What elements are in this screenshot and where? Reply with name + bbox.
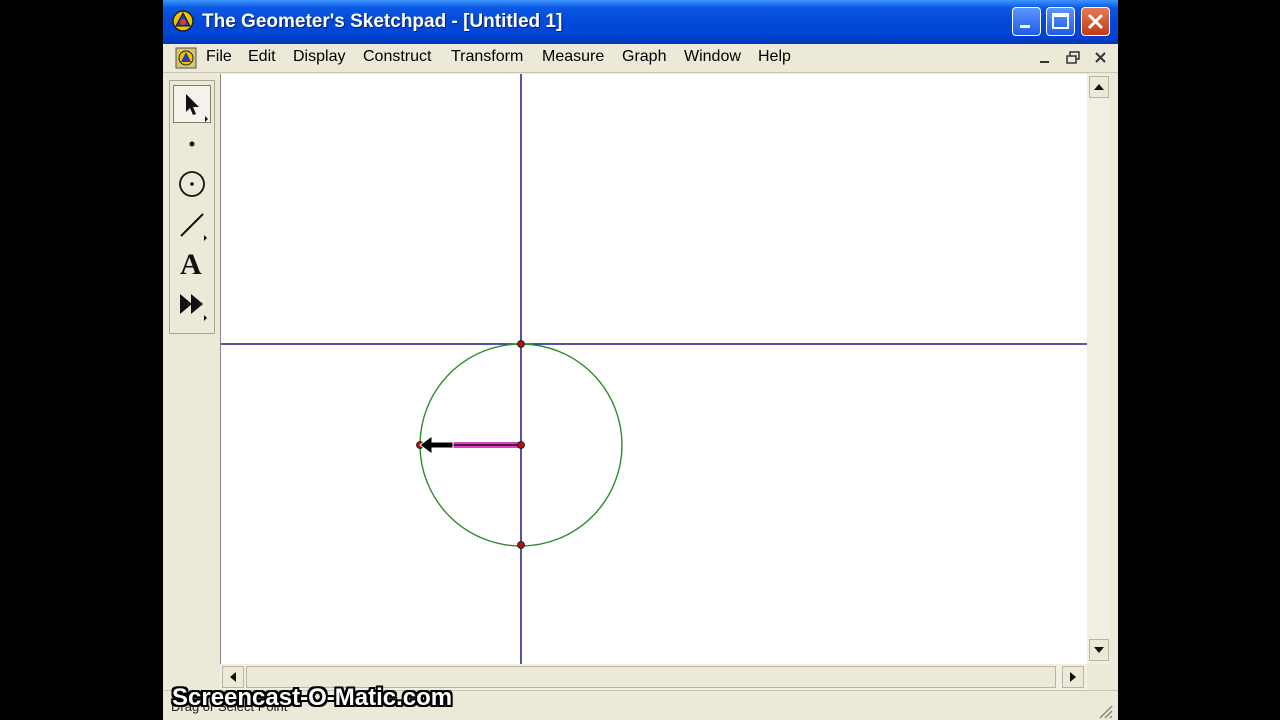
menu-window[interactable]: Window: [684, 48, 741, 66]
compass-icon: [179, 171, 205, 197]
doc-close-icon[interactable]: [1092, 50, 1110, 66]
text-tool[interactable]: A: [173, 245, 211, 283]
doc-restore-icon[interactable]: [1064, 50, 1082, 66]
scroll-right-button[interactable]: [1062, 666, 1084, 688]
point-icon: [189, 141, 195, 147]
sketch-drawing: [221, 74, 1087, 664]
point-tool[interactable]: [173, 125, 211, 163]
close-button[interactable]: [1081, 7, 1110, 36]
menu-display[interactable]: Display: [293, 48, 345, 66]
sketchpad-logo-icon: [172, 10, 194, 32]
maximize-icon: [1052, 13, 1069, 29]
fast-forward-icon: [180, 294, 207, 321]
point-center[interactable]: [517, 441, 525, 449]
document-icon[interactable]: [175, 47, 197, 69]
window-title: The Geometer's Sketchpad - [Untitled 1]: [202, 11, 563, 32]
point-bottom[interactable]: [517, 541, 525, 549]
sketch-canvas[interactable]: [220, 74, 1088, 664]
arrow-down-icon: [1094, 647, 1104, 653]
vertical-scrollbar[interactable]: [1087, 74, 1110, 664]
text-tool-glyph: A: [180, 248, 202, 281]
selection-arrow-tool[interactable]: [173, 85, 211, 123]
close-icon: [1087, 13, 1104, 30]
menu-construct[interactable]: Construct: [363, 48, 431, 66]
point-top[interactable]: [517, 340, 525, 348]
minimize-button[interactable]: [1012, 7, 1041, 36]
maximize-button[interactable]: [1046, 7, 1075, 36]
screencast-watermark: Screencast-O-Matic.com: [172, 684, 453, 711]
menu-bar: File Edit Display Construct Transform Me…: [163, 44, 1118, 73]
mouse-pointer-icon: [419, 435, 454, 455]
scroll-up-button[interactable]: [1089, 76, 1109, 98]
arrow-icon: [186, 94, 208, 122]
custom-tool[interactable]: [173, 285, 211, 323]
straightedge-tool[interactable]: [173, 205, 211, 243]
straightedge-icon: [180, 213, 207, 241]
menu-transform[interactable]: Transform: [451, 48, 523, 66]
app-window: The Geometer's Sketchpad - [Untitled 1] …: [163, 0, 1118, 720]
menu-file[interactable]: File: [206, 48, 232, 66]
resize-grip-icon[interactable]: [1095, 701, 1113, 719]
compass-tool[interactable]: [173, 165, 211, 203]
menu-measure[interactable]: Measure: [542, 48, 604, 66]
title-bar[interactable]: The Geometer's Sketchpad - [Untitled 1]: [163, 0, 1118, 44]
arrow-up-icon: [1094, 84, 1104, 90]
toolbox: A: [169, 80, 215, 334]
menu-help[interactable]: Help: [758, 48, 791, 66]
menu-graph[interactable]: Graph: [622, 48, 666, 66]
minimize-icon: [1020, 25, 1030, 28]
menu-edit[interactable]: Edit: [248, 48, 276, 66]
arrow-right-icon: [1070, 672, 1076, 682]
doc-minimize-icon[interactable]: [1036, 50, 1054, 66]
scroll-down-button[interactable]: [1089, 639, 1109, 661]
